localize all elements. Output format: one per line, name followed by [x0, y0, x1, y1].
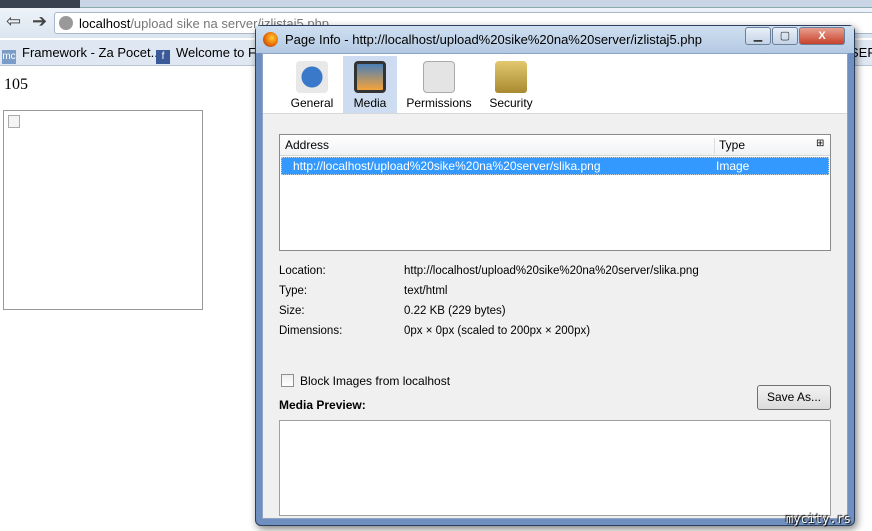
row-type: Image [716, 159, 750, 173]
column-address[interactable]: Address [285, 138, 329, 152]
list-header: Address Type ⊞ [280, 135, 830, 156]
globe-icon [59, 16, 73, 30]
media-preview [279, 420, 831, 516]
info-dimensions: Dimensions: 0px × 0px (scaled to 200px × … [279, 325, 591, 337]
dialog-title: Page Info - http://localhost/upload%20si… [285, 32, 702, 47]
maximize-button[interactable]: ▢ [772, 27, 798, 45]
permissions-icon [423, 61, 455, 93]
page-count-text: 105 [4, 76, 28, 93]
dialog-titlebar[interactable]: Page Info - http://localhost/upload%20si… [256, 26, 854, 53]
page-info-dialog: Page Info - http://localhost/upload%20si… [255, 25, 855, 526]
watermark: mycity.rs [786, 512, 852, 526]
tab-permissions[interactable]: Permissions [403, 56, 475, 113]
broken-image [3, 110, 203, 310]
media-icon [354, 61, 386, 93]
url-host: localhost [79, 16, 131, 31]
info-size: Size: 0.22 KB (229 bytes) [279, 305, 506, 317]
save-as-button[interactable]: Save As... [757, 385, 831, 410]
tab-bar: General Media Permissions Security [263, 54, 847, 114]
minimize-button[interactable]: ▁ [745, 27, 771, 45]
info-type: Type: text/html [279, 285, 448, 297]
tab-general[interactable]: General [287, 56, 337, 113]
block-images-label[interactable]: Block Images from localhost [300, 374, 450, 388]
table-row[interactable]: http://localhost/upload%20sike%20na%20se… [281, 157, 829, 175]
bookmark-icon: mc [2, 50, 16, 64]
media-list[interactable]: Address Type ⊞ http://localhost/upload%2… [279, 134, 831, 251]
bookmark-framework[interactable]: mc Framework - Za Pocet... [2, 45, 161, 64]
block-images-checkbox[interactable] [281, 374, 294, 387]
column-picker-icon[interactable]: ⊞ [816, 138, 824, 149]
info-location: Location: http://localhost/upload%20sike%… [279, 265, 699, 277]
firefox-icon [263, 32, 278, 47]
bookmark-facebook[interactable]: f Welcome to Fa [156, 45, 263, 64]
tab-media[interactable]: Media [343, 56, 397, 113]
active-tab[interactable] [0, 0, 80, 8]
back-icon[interactable]: ⇦ [6, 11, 21, 32]
close-button[interactable]: X [799, 27, 845, 45]
column-type[interactable]: Type [714, 138, 745, 154]
info-icon [296, 61, 328, 93]
tab-strip [0, 0, 872, 8]
media-preview-label: Media Preview: [279, 398, 366, 412]
lock-icon [495, 61, 527, 93]
broken-image-icon [8, 115, 20, 128]
tab-security[interactable]: Security [485, 56, 537, 113]
forward-icon[interactable]: ➔ [32, 11, 47, 32]
row-address: http://localhost/upload%20sike%20na%20se… [293, 159, 601, 173]
facebook-icon: f [156, 50, 170, 64]
dialog-body: General Media Permissions Security Addre… [262, 53, 848, 519]
